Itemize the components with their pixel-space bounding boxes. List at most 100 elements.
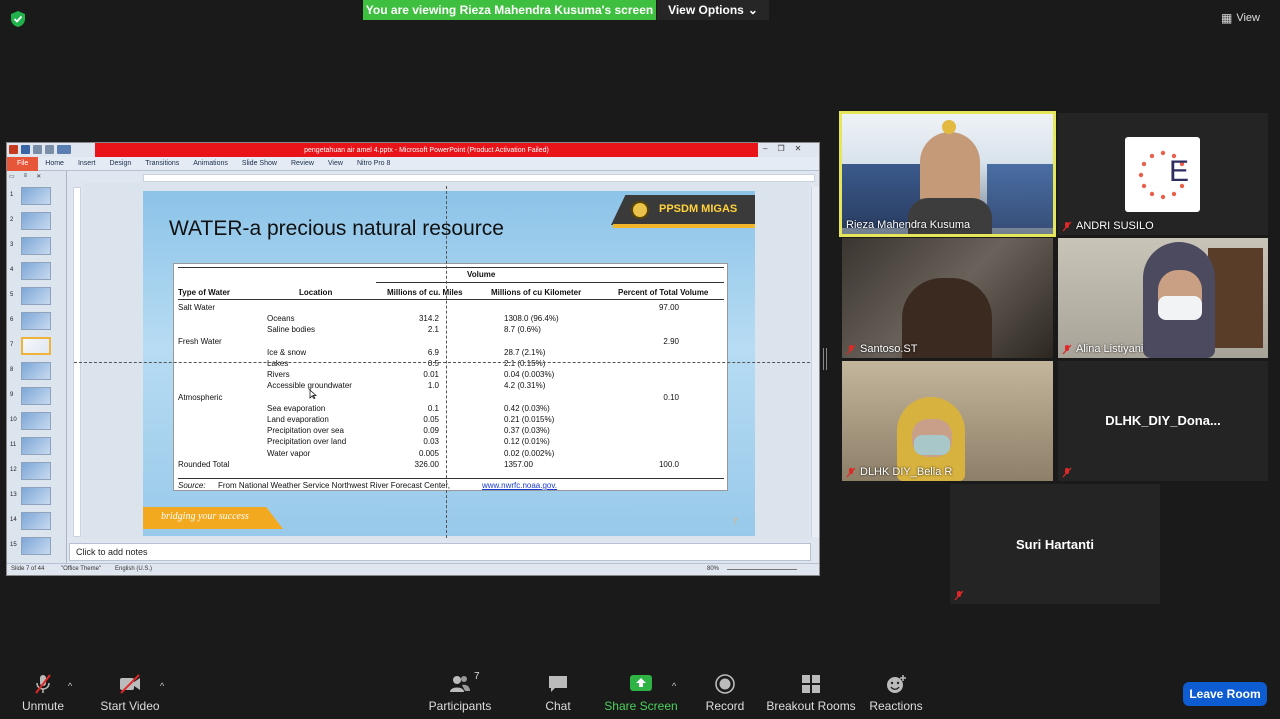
audio-options-caret-icon[interactable]: ^	[68, 681, 72, 691]
participant-big-name: Suri Hartanti	[1015, 537, 1094, 552]
table-group-header-row: Volume	[174, 270, 729, 281]
slide-thumb-number: 11	[10, 442, 17, 448]
breakout-rooms-button[interactable]: Breakout Rooms	[766, 667, 856, 719]
record-button[interactable]: Record	[680, 667, 770, 719]
source-text: From National Weather Service Northwest …	[218, 481, 450, 490]
table-cell-km: 1308.0 (96.4%)	[504, 314, 559, 324]
participant-name: ANDRI SUSILO	[1076, 220, 1154, 232]
muted-mic-icon	[846, 467, 856, 477]
table-cell-miles: 0.01	[423, 370, 439, 380]
zoom-slider	[727, 569, 797, 570]
table-rule-bottom	[178, 478, 724, 479]
table-cell-miles: 0.09	[423, 426, 439, 436]
slide-thumbnail	[21, 237, 51, 255]
slide-footer-text: bridging your success	[161, 511, 249, 522]
participant-name-tag: Alina Listiyani	[1062, 343, 1143, 355]
share-options-caret-icon[interactable]: ^	[672, 681, 676, 691]
table-rule-group	[376, 282, 724, 283]
slide-thumb-number: 3	[10, 242, 14, 248]
muted-mic-icon	[954, 590, 964, 601]
table-row: Rivers 0.01 0.04 (0.003%)	[174, 370, 729, 381]
breakout-rooms-label: Breakout Rooms	[766, 699, 856, 713]
table-source-row: Source: From National Weather Service No…	[174, 481, 729, 492]
unmute-label: Unmute	[21, 699, 65, 713]
table-cell-loc: Sea evaporation	[267, 403, 326, 413]
table-cell-km: 0.21 (0.015%)	[504, 415, 555, 424]
table-cell-type: Rounded Total	[178, 459, 230, 469]
view-button[interactable]: ▦ View	[1221, 8, 1271, 28]
video-tile-santoso[interactable]: Santoso.ST	[842, 238, 1053, 358]
slide-thumbnail	[21, 362, 51, 380]
view-label: View	[1236, 12, 1260, 24]
ppt-tab-animations: Animations	[193, 160, 228, 167]
table-cell-km: 8.7 (0.6%)	[504, 325, 541, 335]
table-cell-km: 4.2 (0.31%)	[504, 381, 546, 391]
slide-thumb-number: 4	[10, 267, 14, 273]
participant-name: Rieza Mahendra Kusuma	[846, 219, 971, 231]
slide-thumbnail	[21, 537, 51, 555]
status-language: English (U.S.)	[115, 566, 153, 572]
chat-label: Chat	[545, 699, 571, 713]
reactions-button[interactable]: Reactions	[851, 667, 941, 719]
table-cell-km: 2.1 (0.15%)	[504, 359, 546, 368]
table-cell-type: Fresh Water	[178, 336, 222, 346]
avatar-letter: E	[1169, 155, 1190, 188]
view-options-label: View Options	[668, 3, 744, 17]
video-tile-alina[interactable]: Alina Listiyani	[1058, 238, 1268, 358]
face-mask	[1158, 296, 1202, 320]
start-video-button[interactable]: Start Video	[85, 667, 175, 719]
table-row: Ice & snow 6.9 28.7 (2.1%)	[174, 348, 729, 359]
slide-logo-stripe	[613, 224, 755, 228]
slide-thumbnail	[21, 487, 51, 505]
ppt-tab-transitions: Transitions	[145, 160, 180, 167]
table-cell-miles: 1.0	[427, 381, 439, 391]
current-slide: PPSDM MIGAS WATER-a precious natural res…	[143, 191, 755, 536]
slide-thumb-number: 5	[10, 292, 14, 298]
video-tile-andri[interactable]: E ANDRI SUSILO	[1058, 113, 1268, 235]
slide-thumb-number: 2	[10, 217, 14, 223]
slide-thumbnail	[21, 337, 51, 355]
table-cell-km: 0.12 (0.01%)	[504, 437, 550, 447]
participants-label: Participants	[428, 699, 492, 713]
breakout-rooms-icon	[802, 675, 820, 693]
slide-page-number: 7	[733, 517, 738, 526]
share-screen-button[interactable]: Share Screen	[596, 667, 686, 719]
panel-splitter-handle[interactable]	[823, 348, 827, 370]
table-cell-loc: Saline bodies	[267, 325, 316, 335]
volume-group-header: Volume	[467, 270, 496, 279]
table-cell-type: Atmospheric	[178, 392, 223, 402]
table-row: Saline bodies 2.1 8.7 (0.6%)	[174, 325, 729, 336]
people-icon	[450, 676, 470, 692]
ppt-quick-access-toolbar	[9, 145, 71, 155]
slide-thumb-number: 6	[10, 317, 14, 323]
slide-thumb-number: 15	[10, 542, 17, 548]
table-cell-type: Salt Water	[178, 303, 216, 312]
muted-mic-icon	[1062, 344, 1072, 354]
slide-thumbnail	[21, 212, 51, 230]
participant-name-tag: Rieza Mahendra Kusuma	[846, 219, 970, 231]
video-tile-dona[interactable]: DLHK_DIY_Dona...	[1058, 361, 1268, 481]
participants-button[interactable]: 7 Participants	[415, 667, 505, 719]
table-cell-miles: 0.03	[423, 437, 439, 447]
slide-thumbnail	[21, 387, 51, 405]
slide-thumb-number: 12	[10, 467, 17, 473]
video-options-caret-icon[interactable]: ^	[160, 681, 164, 691]
video-tile-suri[interactable]: Suri Hartanti	[950, 484, 1160, 604]
view-options-button[interactable]: View Options ⌄	[657, 0, 769, 20]
unmute-button[interactable]: Unmute	[0, 667, 88, 719]
video-tile-bella[interactable]: DLHK DIY_Bella R	[842, 361, 1053, 481]
ppt-tab-file: File	[7, 156, 39, 171]
muted-mic-icon	[1062, 221, 1072, 231]
table-cell-km: 0.02 (0.002%)	[504, 448, 555, 458]
table-row: Precipitation over land 0.03 0.12 (0.01%)	[174, 437, 729, 448]
video-tile-rieza[interactable]: Rieza Mahendra Kusuma	[839, 111, 1056, 237]
leave-room-button[interactable]: Leave Room	[1183, 682, 1267, 706]
ppt-tab-view: View	[327, 160, 343, 167]
participant-face	[920, 132, 980, 207]
table-rule-header	[178, 299, 724, 300]
chat-button[interactable]: Chat	[513, 667, 603, 719]
horizontal-ruler	[143, 174, 815, 182]
security-shield-icon[interactable]	[10, 10, 26, 28]
participant-body	[908, 198, 992, 234]
grid-icon: ▦	[1221, 11, 1233, 25]
